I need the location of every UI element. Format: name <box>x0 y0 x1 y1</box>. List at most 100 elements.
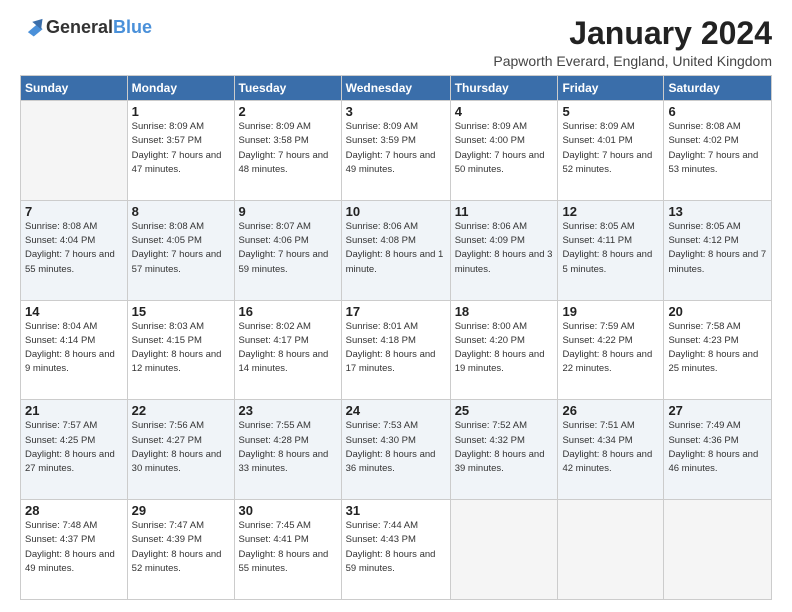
table-cell: 10Sunrise: 8:06 AMSunset: 4:08 PMDayligh… <box>341 200 450 300</box>
location: Papworth Everard, England, United Kingdo… <box>493 53 772 69</box>
day-info: Sunrise: 7:52 AMSunset: 4:32 PMDaylight:… <box>455 419 554 476</box>
table-cell: 1Sunrise: 8:09 AMSunset: 3:57 PMDaylight… <box>127 101 234 201</box>
day-info: Sunrise: 7:58 AMSunset: 4:23 PMDaylight:… <box>668 320 767 377</box>
table-cell: 15Sunrise: 8:03 AMSunset: 4:15 PMDayligh… <box>127 300 234 400</box>
table-cell: 3Sunrise: 8:09 AMSunset: 3:59 PMDaylight… <box>341 101 450 201</box>
table-cell: 7Sunrise: 8:08 AMSunset: 4:04 PMDaylight… <box>21 200 128 300</box>
day-info: Sunrise: 8:02 AMSunset: 4:17 PMDaylight:… <box>239 320 337 377</box>
day-number: 4 <box>455 104 554 119</box>
day-number: 15 <box>132 304 230 319</box>
day-info: Sunrise: 8:05 AMSunset: 4:11 PMDaylight:… <box>562 220 659 277</box>
header-saturday: Saturday <box>664 76 772 101</box>
day-info: Sunrise: 8:08 AMSunset: 4:02 PMDaylight:… <box>668 120 767 177</box>
header-tuesday: Tuesday <box>234 76 341 101</box>
table-cell: 6Sunrise: 8:08 AMSunset: 4:02 PMDaylight… <box>664 101 772 201</box>
day-info: Sunrise: 8:09 AMSunset: 4:00 PMDaylight:… <box>455 120 554 177</box>
table-cell: 31Sunrise: 7:44 AMSunset: 4:43 PMDayligh… <box>341 500 450 600</box>
calendar-page: GeneralBlue January 2024 Papworth Everar… <box>0 0 792 612</box>
header-friday: Friday <box>558 76 664 101</box>
header: GeneralBlue January 2024 Papworth Everar… <box>20 16 772 69</box>
day-number: 6 <box>668 104 767 119</box>
day-info: Sunrise: 8:04 AMSunset: 4:14 PMDaylight:… <box>25 320 123 377</box>
day-info: Sunrise: 8:09 AMSunset: 3:57 PMDaylight:… <box>132 120 230 177</box>
table-cell: 4Sunrise: 8:09 AMSunset: 4:00 PMDaylight… <box>450 101 558 201</box>
day-info: Sunrise: 7:51 AMSunset: 4:34 PMDaylight:… <box>562 419 659 476</box>
header-sunday: Sunday <box>21 76 128 101</box>
day-number: 28 <box>25 503 123 518</box>
table-cell: 17Sunrise: 8:01 AMSunset: 4:18 PMDayligh… <box>341 300 450 400</box>
table-cell: 16Sunrise: 8:02 AMSunset: 4:17 PMDayligh… <box>234 300 341 400</box>
day-number: 8 <box>132 204 230 219</box>
day-number: 25 <box>455 403 554 418</box>
day-number: 10 <box>346 204 446 219</box>
table-cell: 25Sunrise: 7:52 AMSunset: 4:32 PMDayligh… <box>450 400 558 500</box>
day-number: 11 <box>455 204 554 219</box>
day-number: 30 <box>239 503 337 518</box>
day-number: 29 <box>132 503 230 518</box>
table-cell: 24Sunrise: 7:53 AMSunset: 4:30 PMDayligh… <box>341 400 450 500</box>
day-number: 1 <box>132 104 230 119</box>
day-number: 24 <box>346 403 446 418</box>
header-monday: Monday <box>127 76 234 101</box>
week-row-1: 1Sunrise: 8:09 AMSunset: 3:57 PMDaylight… <box>21 101 772 201</box>
day-number: 20 <box>668 304 767 319</box>
table-cell: 29Sunrise: 7:47 AMSunset: 4:39 PMDayligh… <box>127 500 234 600</box>
table-cell: 21Sunrise: 7:57 AMSunset: 4:25 PMDayligh… <box>21 400 128 500</box>
table-cell: 18Sunrise: 8:00 AMSunset: 4:20 PMDayligh… <box>450 300 558 400</box>
day-info: Sunrise: 8:09 AMSunset: 3:58 PMDaylight:… <box>239 120 337 177</box>
table-cell: 22Sunrise: 7:56 AMSunset: 4:27 PMDayligh… <box>127 400 234 500</box>
week-row-2: 7Sunrise: 8:08 AMSunset: 4:04 PMDaylight… <box>21 200 772 300</box>
day-info: Sunrise: 8:00 AMSunset: 4:20 PMDaylight:… <box>455 320 554 377</box>
table-cell: 8Sunrise: 8:08 AMSunset: 4:05 PMDaylight… <box>127 200 234 300</box>
table-cell <box>450 500 558 600</box>
logo: GeneralBlue <box>20 16 152 38</box>
day-info: Sunrise: 8:05 AMSunset: 4:12 PMDaylight:… <box>668 220 767 277</box>
table-cell <box>558 500 664 600</box>
day-info: Sunrise: 7:56 AMSunset: 4:27 PMDaylight:… <box>132 419 230 476</box>
header-wednesday: Wednesday <box>341 76 450 101</box>
day-number: 19 <box>562 304 659 319</box>
table-cell: 5Sunrise: 8:09 AMSunset: 4:01 PMDaylight… <box>558 101 664 201</box>
day-info: Sunrise: 8:03 AMSunset: 4:15 PMDaylight:… <box>132 320 230 377</box>
day-info: Sunrise: 8:06 AMSunset: 4:09 PMDaylight:… <box>455 220 554 277</box>
day-info: Sunrise: 8:07 AMSunset: 4:06 PMDaylight:… <box>239 220 337 277</box>
day-number: 22 <box>132 403 230 418</box>
week-row-3: 14Sunrise: 8:04 AMSunset: 4:14 PMDayligh… <box>21 300 772 400</box>
day-number: 13 <box>668 204 767 219</box>
day-number: 12 <box>562 204 659 219</box>
table-cell <box>21 101 128 201</box>
day-number: 21 <box>25 403 123 418</box>
table-cell: 19Sunrise: 7:59 AMSunset: 4:22 PMDayligh… <box>558 300 664 400</box>
table-cell: 13Sunrise: 8:05 AMSunset: 4:12 PMDayligh… <box>664 200 772 300</box>
day-info: Sunrise: 7:49 AMSunset: 4:36 PMDaylight:… <box>668 419 767 476</box>
table-cell: 2Sunrise: 8:09 AMSunset: 3:58 PMDaylight… <box>234 101 341 201</box>
logo-blue: Blue <box>113 17 152 37</box>
day-info: Sunrise: 8:09 AMSunset: 4:01 PMDaylight:… <box>562 120 659 177</box>
day-info: Sunrise: 7:53 AMSunset: 4:30 PMDaylight:… <box>346 419 446 476</box>
day-number: 14 <box>25 304 123 319</box>
table-cell: 14Sunrise: 8:04 AMSunset: 4:14 PMDayligh… <box>21 300 128 400</box>
table-cell: 30Sunrise: 7:45 AMSunset: 4:41 PMDayligh… <box>234 500 341 600</box>
week-row-4: 21Sunrise: 7:57 AMSunset: 4:25 PMDayligh… <box>21 400 772 500</box>
month-title: January 2024 <box>493 16 772 51</box>
day-number: 18 <box>455 304 554 319</box>
table-cell: 9Sunrise: 8:07 AMSunset: 4:06 PMDaylight… <box>234 200 341 300</box>
day-number: 16 <box>239 304 337 319</box>
table-cell: 20Sunrise: 7:58 AMSunset: 4:23 PMDayligh… <box>664 300 772 400</box>
day-info: Sunrise: 7:45 AMSunset: 4:41 PMDaylight:… <box>239 519 337 576</box>
day-info: Sunrise: 8:06 AMSunset: 4:08 PMDaylight:… <box>346 220 446 277</box>
table-cell: 26Sunrise: 7:51 AMSunset: 4:34 PMDayligh… <box>558 400 664 500</box>
table-cell: 28Sunrise: 7:48 AMSunset: 4:37 PMDayligh… <box>21 500 128 600</box>
day-info: Sunrise: 7:48 AMSunset: 4:37 PMDaylight:… <box>25 519 123 576</box>
title-area: January 2024 Papworth Everard, England, … <box>493 16 772 69</box>
day-number: 3 <box>346 104 446 119</box>
day-number: 31 <box>346 503 446 518</box>
weekday-header-row: Sunday Monday Tuesday Wednesday Thursday… <box>21 76 772 101</box>
day-number: 5 <box>562 104 659 119</box>
day-info: Sunrise: 7:55 AMSunset: 4:28 PMDaylight:… <box>239 419 337 476</box>
day-number: 9 <box>239 204 337 219</box>
day-number: 7 <box>25 204 123 219</box>
day-info: Sunrise: 7:44 AMSunset: 4:43 PMDaylight:… <box>346 519 446 576</box>
day-number: 26 <box>562 403 659 418</box>
day-info: Sunrise: 8:09 AMSunset: 3:59 PMDaylight:… <box>346 120 446 177</box>
